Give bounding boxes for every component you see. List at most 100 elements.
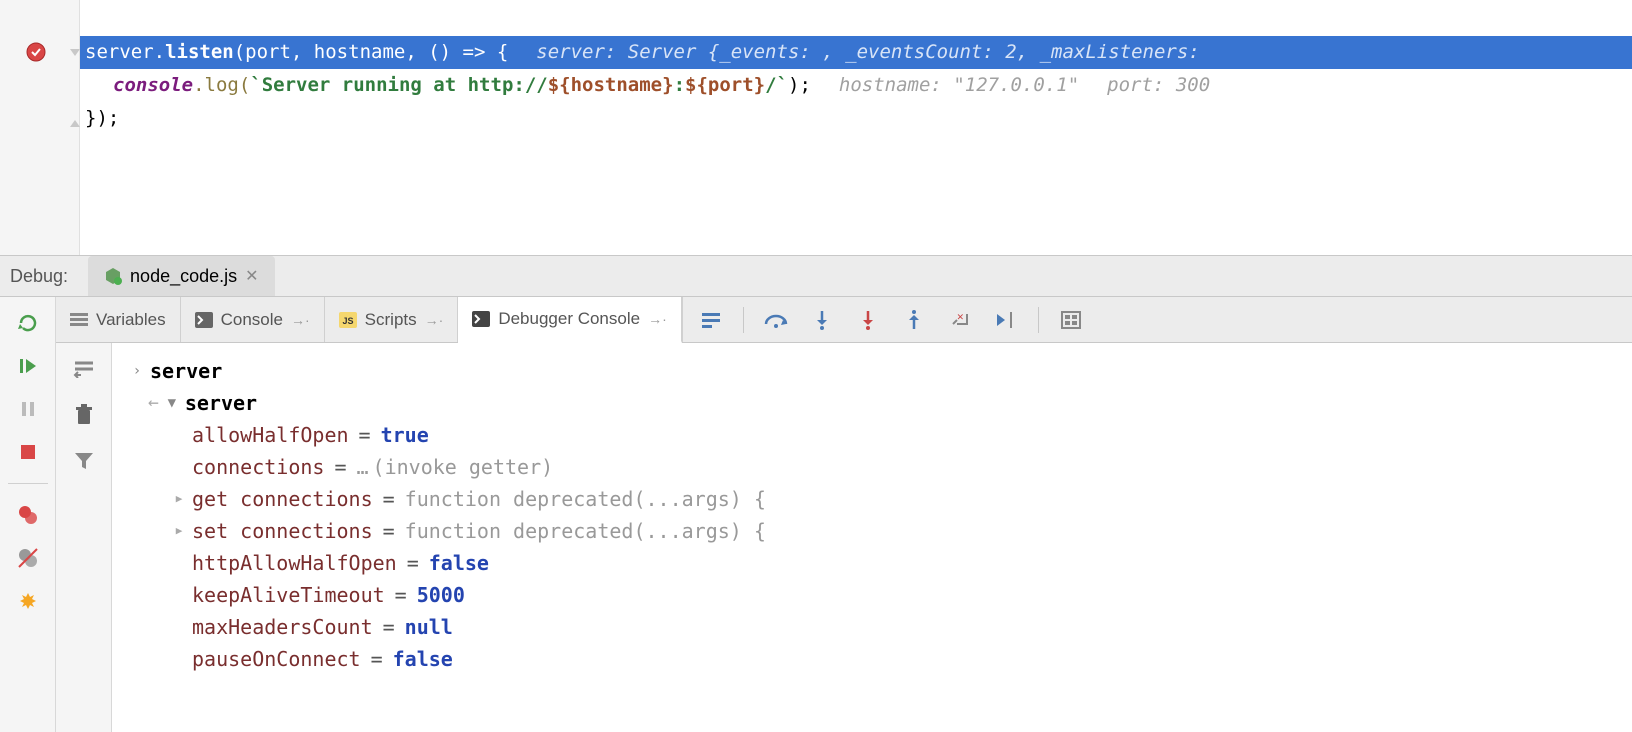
debug-tab-label: node_code.js	[130, 266, 237, 287]
code-line-highlighted[interactable]: server.listen(port, hostname, () => {ser…	[80, 36, 1632, 69]
force-step-into-button[interactable]	[854, 306, 882, 334]
code-content[interactable]: server.listen(port, hostname, () => {ser…	[0, 0, 1632, 135]
console-content[interactable]: › server ← ▼ server allowHalfOpen=trueco…	[112, 343, 1632, 732]
debug-label: Debug:	[10, 266, 68, 287]
chevron-right-icon[interactable]: ▶	[170, 483, 188, 515]
rerun-button[interactable]	[14, 309, 42, 337]
property-line[interactable]: connections=… (invoke getter)	[120, 451, 1624, 483]
inline-hint: port: 300	[1107, 69, 1210, 102]
tab-label: Debugger Console	[498, 309, 640, 329]
chevron-right-icon[interactable]: ▶	[170, 515, 188, 547]
property-key: maxHeadersCount	[192, 611, 373, 643]
code-method: listen	[165, 36, 234, 69]
console-root: server	[150, 355, 222, 387]
property-key: keepAliveTimeout	[192, 579, 385, 611]
debugger-console-icon	[472, 311, 490, 327]
console-object-name: server	[185, 387, 257, 419]
invoke-getter-link[interactable]: (invoke getter)	[373, 451, 554, 483]
filter-button[interactable]	[70, 447, 98, 475]
tab-label: Console	[221, 310, 283, 330]
chevron-down-icon[interactable]: ▼	[163, 387, 181, 419]
tab-label: Variables	[96, 310, 166, 330]
inline-hint: server: Server {_events: , _eventsCount:…	[536, 36, 1199, 69]
fold-icon[interactable]	[68, 112, 82, 126]
debug-left-toolbar	[0, 297, 56, 732]
step-toolbar: ✕	[682, 297, 1099, 342]
tab-scripts[interactable]: JS Scripts →·	[325, 297, 459, 342]
property-line[interactable]: keepAliveTimeout=5000	[120, 579, 1624, 611]
code-log: .log(	[193, 69, 250, 102]
code-line[interactable]: console.log(`Server running at http://${…	[85, 69, 1632, 102]
property-value: 5000	[417, 579, 465, 611]
property-key: allowHalfOpen	[192, 419, 349, 451]
property-value: function deprecated(...args) {	[405, 483, 766, 515]
svg-text:JS: JS	[342, 316, 353, 326]
property-key: set connections	[192, 515, 373, 547]
property-line[interactable]: maxHeadersCount=null	[120, 611, 1624, 643]
console-body: › server ← ▼ server allowHalfOpen=trueco…	[56, 343, 1632, 732]
property-value: function deprecated(...args) {	[405, 515, 766, 547]
tab-variables[interactable]: Variables	[56, 297, 181, 342]
close-icon[interactable]: ✕	[245, 266, 258, 286]
code-args: (port, hostname, () => {	[234, 36, 509, 69]
pin-icon[interactable]: →·	[425, 312, 444, 328]
code-line[interactable]: });	[85, 102, 1632, 135]
fold-icon[interactable]	[68, 44, 82, 58]
drop-frame-button[interactable]: ✕	[946, 306, 974, 334]
debug-tabs-row: Variables Console →· JS Scripts →· Debug…	[56, 297, 1632, 343]
separator	[1038, 307, 1039, 333]
chevron-right-icon[interactable]: ›	[128, 355, 146, 387]
back-arrow-icon: ←	[148, 387, 159, 419]
console-result-line[interactable]: ← ▼ server	[120, 387, 1624, 419]
variables-icon	[70, 312, 88, 328]
code-console: console	[113, 69, 193, 102]
property-key: get connections	[192, 483, 373, 515]
property-value: true	[381, 419, 429, 451]
property-line[interactable]: allowHalfOpen=true	[120, 419, 1624, 451]
property-line[interactable]: httpAllowHalfOpen=false	[120, 547, 1624, 579]
show-execution-point-button[interactable]	[697, 306, 725, 334]
mute-breakpoints-button[interactable]	[14, 544, 42, 572]
separator	[8, 483, 48, 484]
property-line[interactable]: pauseOnConnect=false	[120, 643, 1624, 675]
step-over-button[interactable]	[762, 306, 790, 334]
property-key: pauseOnConnect	[192, 643, 361, 675]
view-breakpoints-button[interactable]	[14, 501, 42, 529]
editor-pane: server.listen(port, hostname, () => {ser…	[0, 0, 1632, 255]
console-icon	[195, 312, 213, 328]
editor-gutter	[0, 0, 80, 255]
debug-config-tab[interactable]: node_code.js ✕	[88, 256, 275, 296]
inline-hint: hostname: "127.0.0.1"	[839, 69, 1079, 102]
debug-header: Debug: node_code.js ✕	[0, 255, 1632, 297]
tab-debugger-console[interactable]: Debugger Console →·	[458, 297, 681, 343]
code-obj: server	[85, 36, 154, 69]
property-key: connections	[192, 451, 324, 483]
separator	[743, 307, 744, 333]
pin-icon[interactable]: →·	[648, 311, 667, 327]
property-value: null	[405, 611, 453, 643]
clear-button[interactable]	[70, 401, 98, 429]
stop-button[interactable]	[14, 438, 42, 466]
property-line[interactable]: ▶get connections=function deprecated(...…	[120, 483, 1624, 515]
debug-body: Variables Console →· JS Scripts →· Debug…	[0, 297, 1632, 732]
pause-button[interactable]	[14, 395, 42, 423]
property-line[interactable]: ▶set connections=function deprecated(...…	[120, 515, 1624, 547]
js-file-icon: JS	[339, 312, 357, 328]
property-key: httpAllowHalfOpen	[192, 547, 397, 579]
property-value: false	[393, 643, 453, 675]
console-side-toolbar	[56, 343, 112, 732]
breakpoint-icon[interactable]	[26, 42, 46, 62]
settings-icon[interactable]	[14, 587, 42, 615]
step-into-button[interactable]	[808, 306, 836, 334]
svg-text:✕: ✕	[957, 310, 964, 323]
run-to-cursor-button[interactable]	[992, 306, 1020, 334]
step-out-button[interactable]	[900, 306, 928, 334]
tab-label: Scripts	[365, 310, 417, 330]
nodejs-icon	[104, 267, 122, 285]
resume-button[interactable]	[14, 352, 42, 380]
pin-icon[interactable]: →·	[291, 312, 310, 328]
console-prompt-line[interactable]: › server	[120, 355, 1624, 387]
history-back-button[interactable]	[70, 355, 98, 383]
evaluate-expression-button[interactable]	[1057, 306, 1085, 334]
tab-console[interactable]: Console →·	[181, 297, 325, 342]
